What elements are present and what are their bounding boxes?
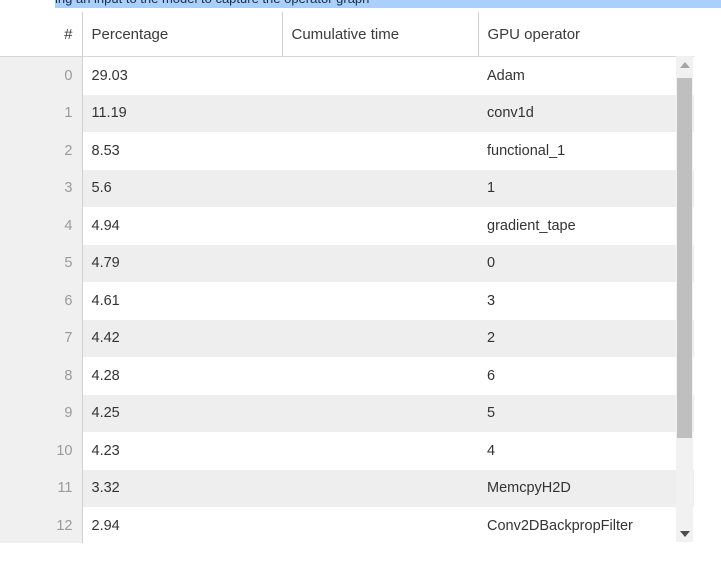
cell-index: 12 (0, 507, 83, 543)
cell-percentage: 11.19 (82, 94, 282, 132)
table-row[interactable]: 2 8.53 functional_1 (0, 132, 698, 170)
scroll-up-arrow-icon[interactable] (676, 56, 693, 73)
table-row[interactable]: 10 4.23 4 (0, 432, 698, 470)
cell-percentage: 5.6 (82, 169, 282, 207)
scroll-down-arrow-icon[interactable] (676, 525, 693, 542)
cell-percentage: 4.28 (82, 357, 282, 395)
right-gutter (694, 12, 721, 543)
cell-cumulative-time (282, 169, 478, 207)
cell-percentage: 4.42 (82, 319, 282, 357)
cell-gpu-operator: 4 (478, 432, 698, 470)
cell-cumulative-time (282, 432, 478, 470)
cell-gpu-operator: gradient_tape (478, 207, 698, 245)
cell-percentage: 4.94 (82, 207, 282, 245)
table-header-row: # Percentage Cumulative time GPU operato… (0, 12, 698, 57)
table-row[interactable]: 12 2.94 Conv2DBackpropFilter (0, 507, 698, 543)
cell-index: 7 (0, 319, 83, 357)
cell-cumulative-time (282, 469, 478, 507)
vertical-scrollbar[interactable] (676, 56, 693, 542)
cell-index: 5 (0, 244, 83, 282)
cell-cumulative-time (282, 507, 478, 543)
cell-index: 2 (0, 132, 83, 170)
table-row[interactable]: 3 5.6 1 (0, 169, 698, 207)
table-row[interactable]: 7 4.42 2 (0, 319, 698, 357)
cell-index: 11 (0, 469, 83, 507)
cell-percentage: 29.03 (82, 56, 282, 95)
cell-gpu-operator: 1 (478, 169, 698, 207)
column-header-cumulative-time[interactable]: Cumulative time (281, 12, 478, 57)
cell-cumulative-time (282, 207, 478, 245)
cell-index: 1 (0, 94, 83, 132)
table-row[interactable]: 8 4.28 6 (0, 357, 698, 395)
column-header-index[interactable]: # (0, 12, 82, 57)
cell-cumulative-time (282, 282, 478, 320)
column-header-gpu-operator[interactable]: GPU operator (477, 12, 698, 57)
gpu-operator-table: # Percentage Cumulative time GPU operato… (0, 12, 698, 543)
cell-index: 3 (0, 169, 83, 207)
cell-index: 8 (0, 357, 83, 395)
table-row[interactable]: 9 4.25 5 (0, 394, 698, 432)
cell-cumulative-time (282, 56, 478, 95)
cell-index: 4 (0, 207, 83, 245)
cell-index: 10 (0, 432, 83, 470)
cell-cumulative-time (282, 394, 478, 432)
cell-index: 6 (0, 282, 83, 320)
scrollbar-thumb[interactable] (677, 78, 692, 438)
table-row[interactable]: 6 4.61 3 (0, 282, 698, 320)
cell-percentage: 4.25 (82, 394, 282, 432)
table-body: 0 29.03 Adam 1 11.19 conv1d 2 8.53 functional_1 3… (0, 56, 698, 543)
table-row[interactable]: 1 11.19 conv1d (0, 94, 698, 132)
cell-cumulative-time (282, 244, 478, 282)
cell-gpu-operator: functional_1 (478, 132, 698, 170)
clipped-selection-text: ing an input to the model to capture the… (55, 0, 369, 7)
cell-gpu-operator: 0 (478, 244, 698, 282)
cell-cumulative-time (282, 357, 478, 395)
cell-cumulative-time (282, 94, 478, 132)
cell-percentage: 4.61 (82, 282, 282, 320)
cell-cumulative-time (282, 319, 478, 357)
cell-index: 9 (0, 394, 83, 432)
cell-percentage: 2.94 (82, 507, 282, 543)
dataframe-table-panel: # Percentage Cumulative time GPU operato… (0, 12, 721, 543)
cell-percentage: 4.23 (82, 432, 282, 470)
cell-percentage: 3.32 (82, 469, 282, 507)
cell-gpu-operator: 3 (478, 282, 698, 320)
table-header: # Percentage Cumulative time GPU operato… (0, 12, 698, 57)
cell-gpu-operator: Adam (478, 56, 698, 95)
table-row[interactable]: 4 4.94 gradient_tape (0, 207, 698, 245)
cell-index: 0 (0, 56, 83, 95)
cell-percentage: 4.79 (82, 244, 282, 282)
text-selection-highlight: ing an input to the model to capture the… (55, 0, 721, 8)
table-row[interactable]: 0 29.03 Adam (0, 56, 698, 95)
cell-gpu-operator: 2 (478, 319, 698, 357)
table-row[interactable]: 5 4.79 0 (0, 244, 698, 282)
cell-gpu-operator: 6 (478, 357, 698, 395)
cell-gpu-operator: 5 (478, 394, 698, 432)
table-row[interactable]: 11 3.32 MemcpyH2D (0, 469, 698, 507)
column-header-percentage[interactable]: Percentage (81, 12, 282, 57)
cell-gpu-operator: conv1d (478, 94, 698, 132)
cell-gpu-operator: Conv2DBackpropFilter (478, 507, 698, 543)
cell-gpu-operator: MemcpyH2D (478, 469, 698, 507)
cell-cumulative-time (282, 132, 478, 170)
cell-percentage: 8.53 (82, 132, 282, 170)
